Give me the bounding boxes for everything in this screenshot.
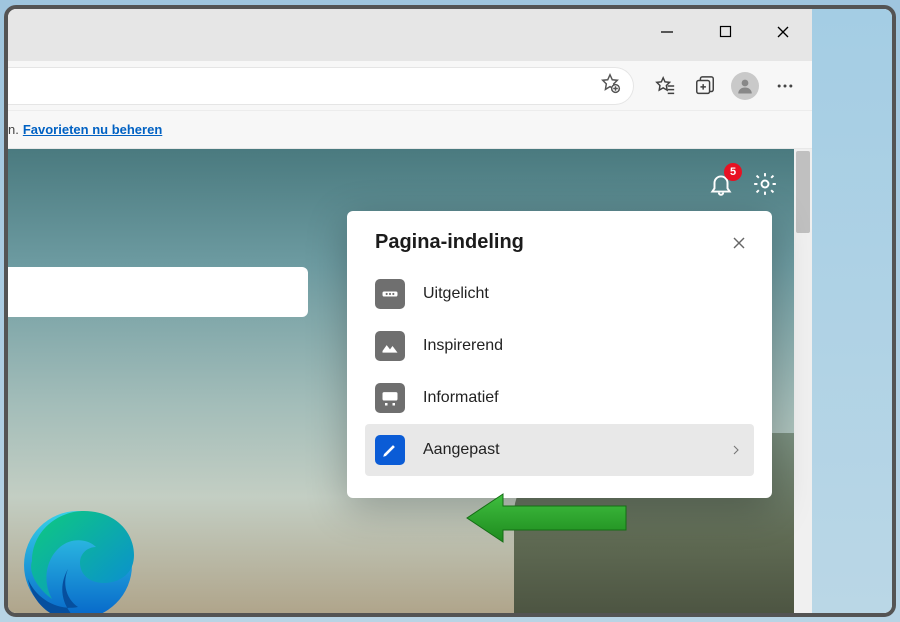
- more-menu-icon[interactable]: [768, 69, 802, 103]
- close-button[interactable]: [754, 9, 812, 54]
- notification-badge: 5: [724, 163, 742, 181]
- manage-favorites-link[interactable]: Favorieten nu beheren: [23, 122, 162, 137]
- layout-option-inspirational[interactable]: Inspirerend: [365, 320, 754, 372]
- popup-title: Pagina-indeling: [375, 231, 524, 254]
- layout-option-focused[interactable]: Uitgelicht: [365, 268, 754, 320]
- notifications-button[interactable]: 5: [706, 169, 736, 199]
- vertical-scrollbar[interactable]: [794, 149, 812, 613]
- settings-button[interactable]: [750, 169, 780, 199]
- desktop-background-strip: [812, 9, 892, 613]
- favorites-bar-text: n.: [8, 122, 19, 137]
- pencil-icon: [375, 435, 405, 465]
- layout-option-label: Aangepast: [423, 441, 724, 459]
- chevron-right-icon: [724, 444, 754, 456]
- image-layout-icon: [375, 331, 405, 361]
- add-favorite-icon[interactable]: [599, 72, 621, 99]
- search-bar[interactable]: [8, 267, 308, 317]
- focused-layout-icon: [375, 279, 405, 309]
- collections-icon[interactable]: [688, 69, 722, 103]
- layout-option-informational[interactable]: Informatief: [365, 372, 754, 424]
- window-titlebar: [8, 9, 812, 61]
- news-layout-icon: [375, 383, 405, 413]
- layout-option-label: Inspirerend: [423, 337, 754, 355]
- edge-logo-icon: [18, 503, 138, 613]
- popup-close-button[interactable]: [728, 232, 750, 254]
- layout-option-label: Informatief: [423, 389, 754, 407]
- favorites-bar: n. Favorieten nu beheren: [8, 111, 812, 149]
- window-controls: [638, 9, 812, 54]
- wallpaper-top-icons: 5: [706, 169, 780, 199]
- scrollbar-thumb[interactable]: [796, 151, 810, 233]
- favorites-icon[interactable]: [648, 69, 682, 103]
- new-tab-content: 5 Pagina-indeling: [8, 149, 812, 613]
- layout-option-custom[interactable]: Aangepast: [365, 424, 754, 476]
- minimize-button[interactable]: [638, 9, 696, 54]
- layout-option-label: Uitgelicht: [423, 285, 754, 303]
- address-bar[interactable]: [8, 67, 634, 105]
- browser-toolbar: [8, 61, 812, 111]
- toolbar-actions: [634, 69, 812, 103]
- browser-window: n. Favorieten nu beheren: [4, 5, 896, 617]
- popup-list: Uitgelicht Inspirerend Informatief: [347, 264, 772, 498]
- page-layout-popup: Pagina-indeling Uitgelicht Inspirerend: [347, 211, 772, 498]
- profile-avatar[interactable]: [728, 69, 762, 103]
- maximize-button[interactable]: [696, 9, 754, 54]
